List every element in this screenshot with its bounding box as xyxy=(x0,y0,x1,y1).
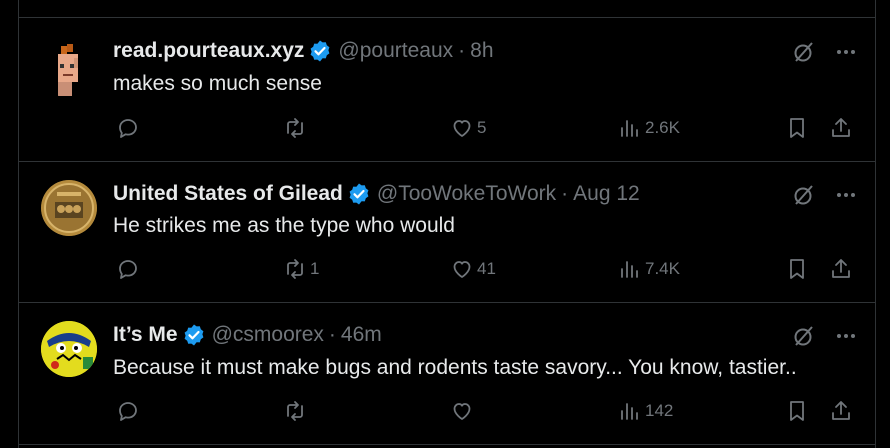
share-button[interactable] xyxy=(829,116,853,140)
bookmark-button[interactable] xyxy=(785,257,809,281)
tweet-actions: 5 2.6K xyxy=(18,116,876,142)
views-button[interactable]: 142 xyxy=(618,399,673,423)
tweet-top-actions xyxy=(792,324,856,348)
tweet-text: Because it must make bugs and rodents ta… xyxy=(113,356,797,379)
share-icon xyxy=(832,118,850,137)
like-count: 41 xyxy=(477,259,496,278)
bookmark-button[interactable] xyxy=(785,399,809,423)
verified-badge-icon xyxy=(184,324,203,346)
like-button[interactable] xyxy=(450,399,477,423)
like-button[interactable]: 5 xyxy=(450,116,486,140)
views-button[interactable]: 7.4K xyxy=(618,257,680,281)
views-icon xyxy=(621,403,638,420)
separator-dot: · xyxy=(561,182,569,205)
verified-badge-icon xyxy=(349,183,369,205)
reply-icon xyxy=(119,402,137,421)
timestamp[interactable]: 8h xyxy=(470,39,493,63)
retweet-icon xyxy=(287,259,303,279)
tweet-top-actions xyxy=(792,183,856,207)
retweet-icon xyxy=(287,401,303,421)
share-icon xyxy=(832,259,850,278)
handle[interactable]: @pourteaux xyxy=(338,39,453,63)
like-icon xyxy=(453,261,471,278)
views-count: 142 xyxy=(645,401,674,420)
more-icon[interactable] xyxy=(836,326,856,346)
pixel-punk-avatar-icon xyxy=(41,42,97,98)
bookmark-icon xyxy=(790,259,804,279)
separator-dot: · xyxy=(328,323,336,346)
grok-icon[interactable] xyxy=(792,183,816,207)
retweet-button[interactable] xyxy=(283,399,310,423)
tweet-actions: 142 xyxy=(18,399,876,425)
like-icon xyxy=(453,120,471,137)
bookmark-icon xyxy=(790,401,804,421)
avatar[interactable] xyxy=(41,321,97,377)
retweet-button[interactable] xyxy=(283,116,310,140)
grok-icon[interactable] xyxy=(792,324,816,348)
views-button[interactable]: 2.6K xyxy=(618,116,680,140)
avatar[interactable] xyxy=(41,42,97,98)
cartoon-face-avatar-icon xyxy=(41,321,97,377)
reply-button[interactable] xyxy=(116,399,140,423)
retweet-button[interactable]: 1 xyxy=(283,257,319,281)
tweet-text: makes so much sense xyxy=(113,72,322,95)
tweet-top-actions xyxy=(792,40,856,64)
tweet-card[interactable]: United States of Gilead @TooWokeToWork ·… xyxy=(18,162,876,303)
tweet-text: He strikes me as the type who would xyxy=(113,214,455,237)
separator-dot: · xyxy=(458,39,466,62)
share-button[interactable] xyxy=(829,257,853,281)
reply-button[interactable] xyxy=(116,116,140,140)
bookmark-button[interactable] xyxy=(785,116,809,140)
retweet-count: 1 xyxy=(310,259,320,278)
views-icon xyxy=(621,120,638,137)
display-name[interactable]: It’s Me xyxy=(113,323,178,347)
avatar[interactable] xyxy=(41,180,97,236)
handle[interactable]: @csmoorex xyxy=(212,323,324,347)
views-count: 2.6K xyxy=(645,118,680,137)
tweet-header: United States of Gilead @TooWokeToWork ·… xyxy=(113,181,640,207)
share-button[interactable] xyxy=(829,399,853,423)
share-icon xyxy=(832,401,850,420)
coin-seal-avatar-icon xyxy=(41,180,97,236)
views-count: 7.4K xyxy=(645,259,680,278)
grok-icon[interactable] xyxy=(792,40,816,64)
timestamp[interactable]: Aug 12 xyxy=(573,182,640,206)
tweet-card[interactable]: read.pourteaux.xyz @pourteaux · 8h makes… xyxy=(18,18,876,162)
reply-icon xyxy=(119,119,137,138)
like-button[interactable]: 41 xyxy=(450,257,496,281)
handle[interactable]: @TooWokeToWork xyxy=(377,182,556,206)
like-count: 5 xyxy=(477,118,487,137)
display-name[interactable]: read.pourteaux.xyz xyxy=(113,39,304,63)
display-name[interactable]: United States of Gilead xyxy=(113,182,343,206)
reply-icon xyxy=(119,260,137,279)
tweet-header: It’s Me @csmoorex · 46m xyxy=(113,322,382,348)
like-icon xyxy=(453,403,471,420)
more-icon[interactable] xyxy=(836,42,856,62)
more-icon[interactable] xyxy=(836,185,856,205)
tweet-card[interactable]: It’s Me @csmoorex · 46m Because it must … xyxy=(18,303,876,445)
reply-button[interactable] xyxy=(116,257,140,281)
bookmark-icon xyxy=(790,118,804,138)
retweet-icon xyxy=(287,118,303,138)
tweet-actions: 1 41 7.4K xyxy=(18,257,876,283)
views-icon xyxy=(621,261,638,278)
verified-badge-icon xyxy=(311,40,330,62)
timestamp[interactable]: 46m xyxy=(341,323,382,347)
tweet-header: read.pourteaux.xyz @pourteaux · 8h xyxy=(113,38,494,64)
